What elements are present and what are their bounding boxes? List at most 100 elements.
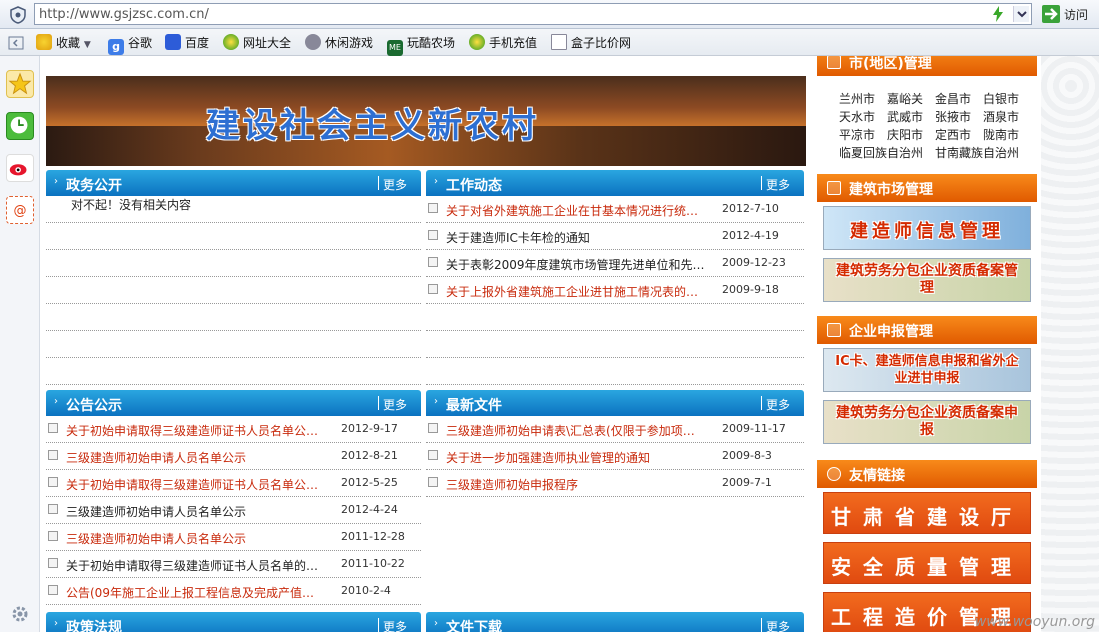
labor-filing-management-button[interactable]: 建筑劳务分包企业资质备案管理 (823, 258, 1031, 302)
item-title[interactable]: 关于初始申请取得三级建造师证书人员名单的… (66, 557, 318, 574)
fav-hao123[interactable]: 网址大全 (223, 34, 291, 52)
more-link[interactable]: 更多 (383, 618, 407, 632)
city-link[interactable]: 白银市 (983, 92, 1019, 106)
item-title[interactable]: 三级建造师初始申报程序 (446, 476, 578, 493)
city-row: 天水市 武威市 张掖市 酒泉市 (839, 108, 1019, 125)
fav-baidu[interactable]: 百度 (165, 34, 209, 52)
clock-icon[interactable] (6, 112, 34, 140)
item-title[interactable]: 关于初始申请取得三级建造师证书人员名单公… (66, 476, 318, 493)
item-title[interactable]: 关于进一步加强建造师执业管理的通知 (446, 449, 650, 466)
list-row (46, 331, 421, 358)
enterprise-report-header: 企业申报管理 (817, 316, 1037, 344)
go-label: 访问 (1064, 8, 1089, 22)
url-input[interactable]: http://www.gsjzsc.com.cn/ (34, 3, 1032, 25)
panel-title: 公告公示 (66, 398, 122, 414)
list-item[interactable]: 关于上报外省建筑施工企业进甘施工情况表的… 2009-9-18 (426, 277, 804, 304)
panel-zxwj-header: › 最新文件 更多 (426, 390, 804, 416)
document-icon (551, 34, 567, 50)
item-title[interactable]: 关于建造师IC卡年检的通知 (446, 229, 590, 246)
baidu-paw-icon (165, 34, 181, 50)
document-icon (48, 450, 58, 460)
arrow-bullet-icon: › (54, 396, 58, 407)
browser-sidebar: @ (0, 56, 40, 632)
city-link[interactable]: 平凉市 (839, 128, 875, 142)
city-link[interactable]: 庆阳市 (887, 128, 923, 142)
more-link[interactable]: 更多 (766, 396, 790, 413)
more-link[interactable]: 更多 (766, 618, 790, 632)
architect-info-button[interactable]: 建造师信息管理 (823, 206, 1031, 250)
market-management-header: 建筑市场管理 (817, 174, 1037, 202)
city-link[interactable]: 天水市 (839, 110, 875, 124)
google-icon: g (108, 39, 124, 55)
go-button[interactable]: 访问 (1040, 3, 1096, 25)
ic-card-report-button[interactable]: IC卡、建造师信息申报和省外企业进甘申报 (823, 348, 1031, 392)
fav-google[interactable]: g 谷歌 (108, 34, 152, 55)
fav-recharge[interactable]: 手机充值 (469, 34, 537, 52)
panel-title: 工作动态 (446, 178, 502, 194)
list-item[interactable]: 关于表彰2009年度建筑市场管理先进单位和先… 2009-12-23 (426, 250, 804, 277)
list-item[interactable]: 三级建造师初始申请人员名单公示 2012-4-24 (46, 497, 421, 524)
item-title[interactable]: 关于对省外建筑施工企业在甘基本情况进行统… (446, 202, 698, 219)
fav-games[interactable]: 休闲游戏 (305, 34, 373, 52)
list-item[interactable]: 三级建造师初始申请人员名单公示 2011-12-28 (46, 524, 421, 551)
city-link[interactable]: 张掖市 (935, 110, 971, 124)
list-item[interactable]: 公告(09年施工企业上报工程信息及完成产值… 2010-2-4 (46, 578, 421, 605)
item-date: 2009-11-17 (722, 422, 786, 435)
item-title[interactable]: 关于初始申请取得三级建造师证书人员名单公… (66, 422, 318, 439)
document-icon (428, 284, 438, 294)
list-item[interactable]: 关于进一步加强建造师执业管理的通知 2009-8-3 (426, 443, 804, 470)
list-item[interactable]: 三级建造师初始申报程序 2009-7-1 (426, 470, 804, 497)
link-construction-dept[interactable]: 甘肃省建设厅 (823, 492, 1031, 534)
list-item[interactable]: 关于建造师IC卡年检的通知 2012-4-19 (426, 223, 804, 250)
item-title[interactable]: 三级建造师初始申请人员名单公示 (66, 503, 246, 520)
list-row (426, 358, 804, 385)
city-link[interactable]: 嘉峪关 (887, 92, 923, 106)
item-title[interactable]: 三级建造师初始申请人员名单公示 (66, 449, 246, 466)
link-safety-quality[interactable]: 安全质量管理 (823, 542, 1031, 584)
lightning-icon[interactable] (991, 6, 1005, 22)
city-link[interactable]: 陇南市 (983, 128, 1019, 142)
gear-icon[interactable] (10, 604, 30, 624)
more-link[interactable]: 更多 (383, 396, 407, 413)
list-item[interactable]: 关于初始申请取得三级建造师证书人员名单公… 2012-5-25 (46, 470, 421, 497)
more-link[interactable]: 更多 (766, 176, 790, 193)
arrow-bullet-icon: › (54, 176, 58, 187)
labor-filing-report-button[interactable]: 建筑劳务分包企业资质备案申报 (823, 400, 1031, 444)
weibo-icon[interactable] (6, 154, 34, 182)
document-icon (48, 477, 58, 487)
city-link[interactable]: 金昌市 (935, 92, 971, 106)
sidebar-toggle-icon[interactable] (8, 35, 24, 51)
mail-icon[interactable]: @ (6, 196, 34, 224)
document-icon (428, 423, 438, 433)
arrow-bullet-icon: › (434, 618, 438, 629)
list-item[interactable]: 关于对省外建筑施工企业在甘基本情况进行统… 2012-7-10 (426, 196, 804, 223)
item-title[interactable]: 关于上报外省建筑施工企业进甘施工情况表的… (446, 283, 698, 300)
item-title[interactable]: 三级建造师初始申请人员名单公示 (66, 530, 246, 547)
item-title[interactable]: 关于表彰2009年度建筑市场管理先进单位和先… (446, 256, 705, 273)
star-icon[interactable] (6, 70, 34, 98)
city-row: 兰州市 嘉峪关 金昌市 白银市 (839, 90, 1019, 107)
friendly-links-header: 友情链接 (817, 460, 1037, 488)
item-title[interactable]: 三级建造师初始申请表\汇总表(仅限于参加项… (446, 422, 695, 439)
city-link[interactable]: 酒泉市 (983, 110, 1019, 124)
fav-collect[interactable]: 收藏 ▼ (36, 34, 91, 52)
city-link[interactable]: 武威市 (887, 110, 923, 124)
city-link[interactable]: 临夏回族自治州 (839, 146, 923, 160)
fav-compare[interactable]: 盒子比价网 (551, 34, 631, 52)
more-link[interactable]: 更多 (383, 176, 407, 193)
list-item[interactable]: 关于初始申请取得三级建造师证书人员名单的… 2011-10-22 (46, 551, 421, 578)
arrow-right-icon (1042, 5, 1060, 23)
divider (761, 176, 762, 190)
list-row (46, 277, 421, 304)
item-title[interactable]: 公告(09年施工企业上报工程信息及完成产值… (66, 584, 314, 601)
house-icon (827, 323, 841, 337)
list-item[interactable]: 关于初始申请取得三级建造师证书人员名单公… 2012-9-17 (46, 416, 421, 443)
chevron-down-icon[interactable] (1013, 6, 1029, 22)
city-link[interactable]: 定西市 (935, 128, 971, 142)
city-link[interactable]: 兰州市 (839, 92, 875, 106)
house-icon (827, 56, 841, 69)
list-item[interactable]: 三级建造师初始申请人员名单公示 2012-8-21 (46, 443, 421, 470)
list-item[interactable]: 三级建造师初始申请表\汇总表(仅限于参加项… 2009-11-17 (426, 416, 804, 443)
fav-farm[interactable]: ME 玩酷农场 (387, 34, 455, 56)
city-link[interactable]: 甘南藏族自治州 (935, 146, 1019, 160)
